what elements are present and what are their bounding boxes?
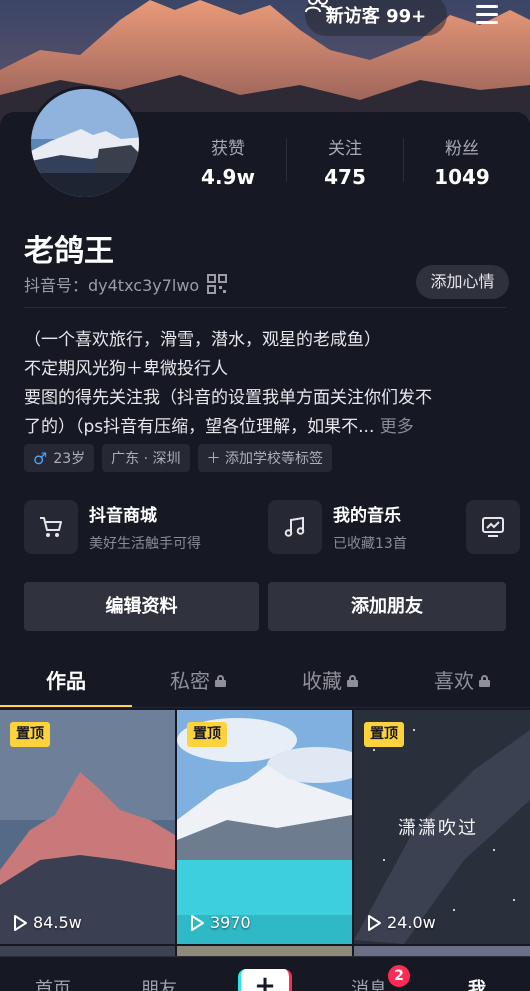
- nav-home[interactable]: 首页: [18, 975, 88, 991]
- service-subtitle: 已收藏13首: [333, 536, 407, 552]
- play-count-value: 84.5w: [33, 913, 82, 932]
- service-title: 抖音商城: [89, 506, 157, 526]
- tag-label: 23岁: [53, 451, 86, 467]
- chart-screen-icon: [466, 500, 520, 554]
- male-icon: ♂: [33, 448, 48, 468]
- edit-profile-button[interactable]: 编辑资料: [24, 582, 259, 631]
- service-title: 我的音乐: [333, 506, 401, 526]
- avatar[interactable]: [28, 86, 142, 200]
- nav-me[interactable]: 我: [442, 975, 512, 991]
- play-count: 24.0w: [366, 913, 436, 932]
- service-text: 我的音乐 已收藏13首: [333, 501, 407, 553]
- stat-value: 475: [324, 165, 366, 189]
- play-icon: [368, 914, 381, 931]
- profile-nickname: 老鸽王: [24, 234, 114, 269]
- service-text: 抖音商城 美好生活触手可得: [89, 501, 201, 553]
- tag-label: 广东 · 深圳: [111, 451, 181, 467]
- service-data-center[interactable]: [466, 500, 520, 554]
- play-icon: [191, 914, 204, 931]
- menu-icon-line: [476, 4, 498, 8]
- pinned-badge: 置顶: [364, 722, 404, 747]
- service-shortcuts: 抖音商城 美好生活触手可得 我的音乐 已收藏13首: [24, 500, 530, 556]
- stat-label: 获赞: [211, 139, 245, 159]
- bio-line: 不定期风光狗＋卑微投行人: [24, 359, 228, 379]
- menu-button[interactable]: [470, 0, 504, 34]
- messages-badge: 2: [388, 965, 410, 987]
- douyin-id-row[interactable]: 抖音号：dy4txc3y7lwo: [24, 272, 228, 296]
- content-tabs: 作品 私密 收藏 喜欢: [0, 658, 530, 708]
- tab-favorites[interactable]: 收藏: [264, 658, 396, 708]
- profile-bio[interactable]: （一个喜欢旅行，滑雪，潜水，观星的老咸鱼） 不定期风光狗＋卑微投行人 要图的得先…: [24, 326, 514, 442]
- tab-label: 收藏: [302, 669, 342, 693]
- bottom-navigation: 首页 朋友 + 消息 2 我: [0, 956, 530, 991]
- cart-icon: [24, 500, 78, 554]
- pinned-badge: 置顶: [187, 722, 227, 747]
- video-thumbnail[interactable]: 置顶 3970: [177, 710, 352, 944]
- tag-location[interactable]: 广东 · 深圳: [102, 444, 190, 472]
- stat-label: 关注: [328, 139, 362, 159]
- bio-line: 了的）（ps抖音有压缩，望各位理解，如果不...: [24, 417, 375, 437]
- stat-label: 粉丝: [445, 139, 479, 159]
- stat-following[interactable]: 关注 475: [287, 134, 403, 189]
- video-grid: 置顶 84.5w 置顶 3970 置顶 潇潇吹过 24.0w: [0, 710, 530, 946]
- bio-line: 要图的得先关注我（抖音的设置我单方面关注你们发不: [24, 388, 432, 408]
- tab-private[interactable]: 私密: [132, 658, 264, 708]
- play-count: 84.5w: [12, 913, 82, 932]
- stat-value: 1049: [434, 165, 490, 189]
- music-note-icon: [268, 500, 322, 554]
- play-count: 3970: [189, 913, 251, 932]
- lock-icon: [479, 674, 490, 687]
- divider: [24, 307, 506, 308]
- add-mood-button[interactable]: 添加心情: [416, 265, 509, 299]
- tabs-divider: [0, 707, 530, 708]
- play-count-value: 24.0w: [387, 913, 436, 932]
- nav-friends[interactable]: 朋友: [124, 975, 194, 991]
- new-visitors-button[interactable]: 新访客 99+: [305, 0, 447, 36]
- tab-label: 作品: [46, 669, 86, 693]
- stat-likes[interactable]: 获赞 4.9w: [170, 134, 286, 189]
- menu-icon-line: [476, 20, 498, 24]
- profile-stats: 获赞 4.9w 关注 475 粉丝 1049: [170, 134, 520, 189]
- play-count-value: 3970: [210, 913, 251, 932]
- profile-tags: ♂ 23岁 广东 · 深圳 ＋ 添加学校等标签: [24, 444, 332, 472]
- video-overlay-text: 潇潇吹过: [398, 818, 478, 839]
- bio-more-link[interactable]: 更多: [380, 417, 414, 437]
- create-button[interactable]: +: [238, 969, 292, 991]
- tab-likes[interactable]: 喜欢: [396, 658, 528, 708]
- play-icon: [14, 914, 27, 931]
- douyin-id: 抖音号：dy4txc3y7lwo: [24, 276, 200, 295]
- lock-icon: [347, 674, 358, 687]
- video-thumbnail[interactable]: 置顶 潇潇吹过 24.0w: [354, 710, 530, 944]
- service-subtitle: 美好生活触手可得: [89, 536, 201, 552]
- bio-line: （一个喜欢旅行，滑雪，潜水，观星的老咸鱼）: [24, 330, 381, 350]
- add-friend-button[interactable]: 添加朋友: [268, 582, 506, 631]
- lock-icon: [215, 674, 226, 687]
- tag-age[interactable]: ♂ 23岁: [24, 444, 95, 472]
- tag-add-school[interactable]: ＋ 添加学校等标签: [197, 444, 332, 472]
- service-douyin-mall[interactable]: 抖音商城 美好生活触手可得: [24, 500, 201, 554]
- tab-label: 私密: [170, 669, 210, 693]
- pinned-badge: 置顶: [10, 722, 50, 747]
- service-my-music[interactable]: 我的音乐 已收藏13首: [268, 500, 407, 554]
- video-thumbnail[interactable]: 置顶 84.5w: [0, 710, 175, 944]
- qr-code-icon[interactable]: [207, 274, 228, 294]
- visitors-icon: [305, 0, 331, 13]
- bio-line-last: 了的）（ps抖音有压缩，望各位理解，如果不... 更多: [24, 413, 514, 442]
- stat-value: 4.9w: [201, 165, 255, 189]
- tab-works[interactable]: 作品: [0, 658, 132, 708]
- new-visitors-label: 新访客 99+: [325, 6, 427, 27]
- tab-label: 喜欢: [434, 669, 474, 693]
- menu-icon-line: [476, 12, 498, 16]
- stat-followers[interactable]: 粉丝 1049: [404, 134, 520, 189]
- tag-label: ＋ 添加学校等标签: [206, 451, 323, 467]
